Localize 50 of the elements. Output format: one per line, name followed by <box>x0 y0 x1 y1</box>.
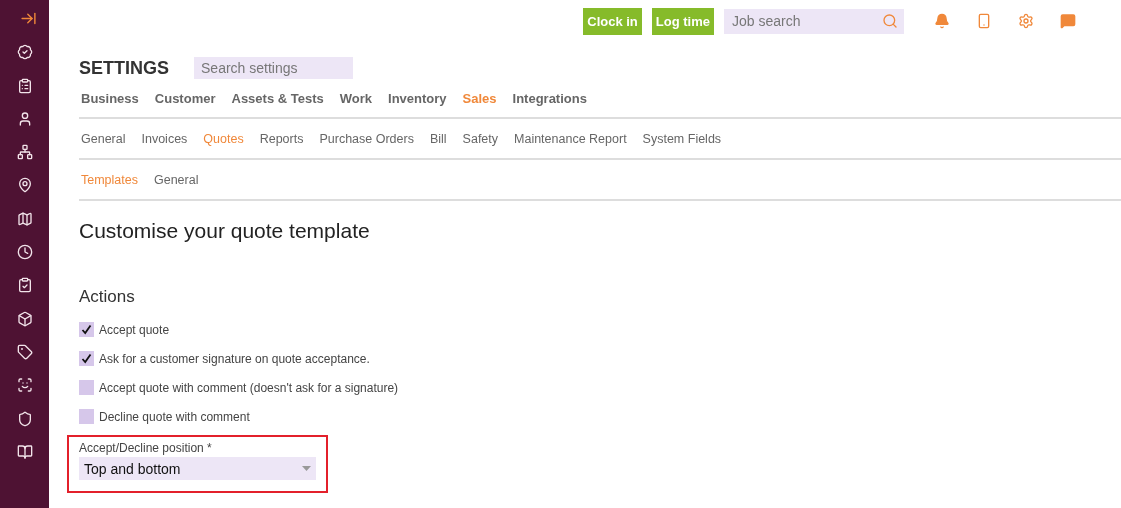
scan-icon[interactable] <box>16 377 33 394</box>
field-label: Accept/Decline position * <box>79 441 213 455</box>
checkbox[interactable] <box>79 380 94 395</box>
box-icon[interactable] <box>16 310 33 327</box>
settings-tab[interactable]: Inventory <box>388 90 447 106</box>
clock-icon[interactable] <box>16 244 33 261</box>
shield-icon[interactable] <box>16 410 33 427</box>
page-title: Customise your quote template <box>79 219 371 243</box>
tag-icon[interactable] <box>16 343 33 360</box>
settings-search-field[interactable]: Search settings <box>194 57 353 79</box>
sub-tab[interactable]: Bill <box>429 131 447 146</box>
map-pin-icon[interactable] <box>16 177 33 194</box>
bell-icon[interactable] <box>934 13 950 29</box>
phone-icon[interactable] <box>976 13 992 29</box>
book-icon[interactable] <box>16 443 33 460</box>
sub-tab[interactable]: Safety <box>462 131 499 146</box>
settings-tab[interactable]: Customer <box>154 90 216 106</box>
settings-tab[interactable]: Business <box>81 90 139 106</box>
settings-icon[interactable] <box>1018 13 1034 29</box>
settings-search-input[interactable]: Search settings <box>199 59 348 77</box>
map-icon[interactable] <box>16 210 33 227</box>
sub-tab[interactable]: General <box>81 131 126 146</box>
network-icon[interactable] <box>16 144 33 161</box>
expand-icon[interactable] <box>20 10 37 27</box>
section-tab[interactable]: General <box>154 172 199 187</box>
checklist-icon[interactable] <box>16 77 33 94</box>
sub-tab[interactable]: System Fields <box>642 131 722 146</box>
checkbox-label: Ask for a customer signature on quote acceptance. <box>99 351 370 366</box>
settings-tab[interactable]: Integrations <box>512 90 587 106</box>
chat-icon[interactable] <box>1060 13 1076 29</box>
checkbox[interactable] <box>79 322 94 337</box>
checkbox[interactable] <box>79 409 94 424</box>
checkbox-label: Accept quote with comment (doesn't ask for a signature) <box>99 380 399 395</box>
checkbox-label: Decline quote with comment <box>99 409 250 424</box>
checkbox[interactable] <box>79 351 94 366</box>
badge-check-icon[interactable] <box>16 44 33 61</box>
checkbox-label: Accept quote <box>99 322 170 337</box>
sub-tab[interactable]: Maintenance Report <box>514 131 627 146</box>
clipboard-check-icon[interactable] <box>16 277 33 294</box>
settings-tab[interactable]: Assets & Tests <box>231 90 324 106</box>
sub-tab[interactable]: Reports <box>259 131 304 146</box>
section-heading: Actions <box>79 287 136 307</box>
sub-tab[interactable]: Purchase Orders <box>319 131 414 146</box>
job-search-field[interactable]: Job search <box>724 8 904 34</box>
sub-tab[interactable]: Invoices <box>141 131 188 146</box>
settings-tab[interactable]: Work <box>339 90 372 106</box>
job-search-input[interactable]: Job search <box>730 12 882 30</box>
settings-title: SETTINGS <box>79 57 169 79</box>
position-select[interactable]: Top and bottom <box>79 457 316 480</box>
caret-icon <box>302 466 311 471</box>
